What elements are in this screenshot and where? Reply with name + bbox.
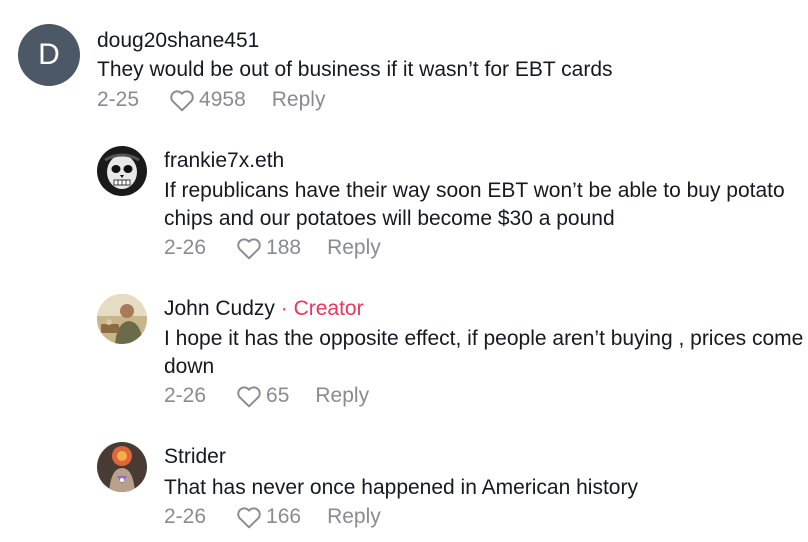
reply-button[interactable]: Reply [315,384,369,408]
comment-text: That has never once happened in American… [164,476,638,499]
comment-meta: 2-26 188 Reply [164,236,381,260]
avatar-letter: D [38,38,60,71]
username-text: John Cudzy [164,297,275,320]
like-button[interactable]: 4958 [169,88,246,112]
like-button[interactable]: 188 [236,236,301,260]
avatar[interactable] [97,294,147,344]
comment-meta: 2-26 166 Reply [164,505,381,529]
like-count: 65 [266,384,290,407]
reply-button[interactable]: Reply [272,88,326,112]
comment-meta: 2-26 65 Reply [164,384,369,408]
comment-date: 2-26 [164,236,207,259]
comment-text: If republicans have their way soon EBT w… [164,179,785,230]
comment-username[interactable]: Strider [164,445,226,469]
like-button[interactable]: 166 [236,505,301,529]
like-count: 188 [266,236,302,259]
person-photo-icon [97,294,147,344]
like-count: 4958 [199,88,246,111]
comment-username[interactable]: doug20shane451 [97,29,259,53]
skull-mask-icon [97,146,147,196]
comment-username[interactable]: John Cudzy · Creator [164,297,364,321]
comment-text: They would be out of business if it wasn… [97,58,613,81]
comment-text: I hope it has the opposite effect, if pe… [164,327,804,378]
heart-icon [237,386,261,408]
avatar[interactable] [97,442,147,492]
heart-icon [237,507,261,529]
reply-button[interactable]: Reply [327,505,381,529]
comment-meta: 2-25 4958 Reply [97,88,325,112]
reply-button[interactable]: Reply [327,236,381,260]
comment-date: 2-25 [97,88,140,111]
like-button[interactable]: 65 [236,384,289,408]
comment-username[interactable]: frankie7x.eth [164,149,284,173]
comment-date: 2-26 [164,384,207,407]
heart-icon [237,238,261,260]
creator-badge: · Creator [274,297,364,320]
cartoon-bird-icon [97,442,147,492]
like-count: 166 [266,505,302,528]
heart-icon [170,90,194,112]
avatar[interactable]: D [18,24,80,86]
avatar[interactable] [97,146,147,196]
comment-date: 2-26 [164,505,207,528]
